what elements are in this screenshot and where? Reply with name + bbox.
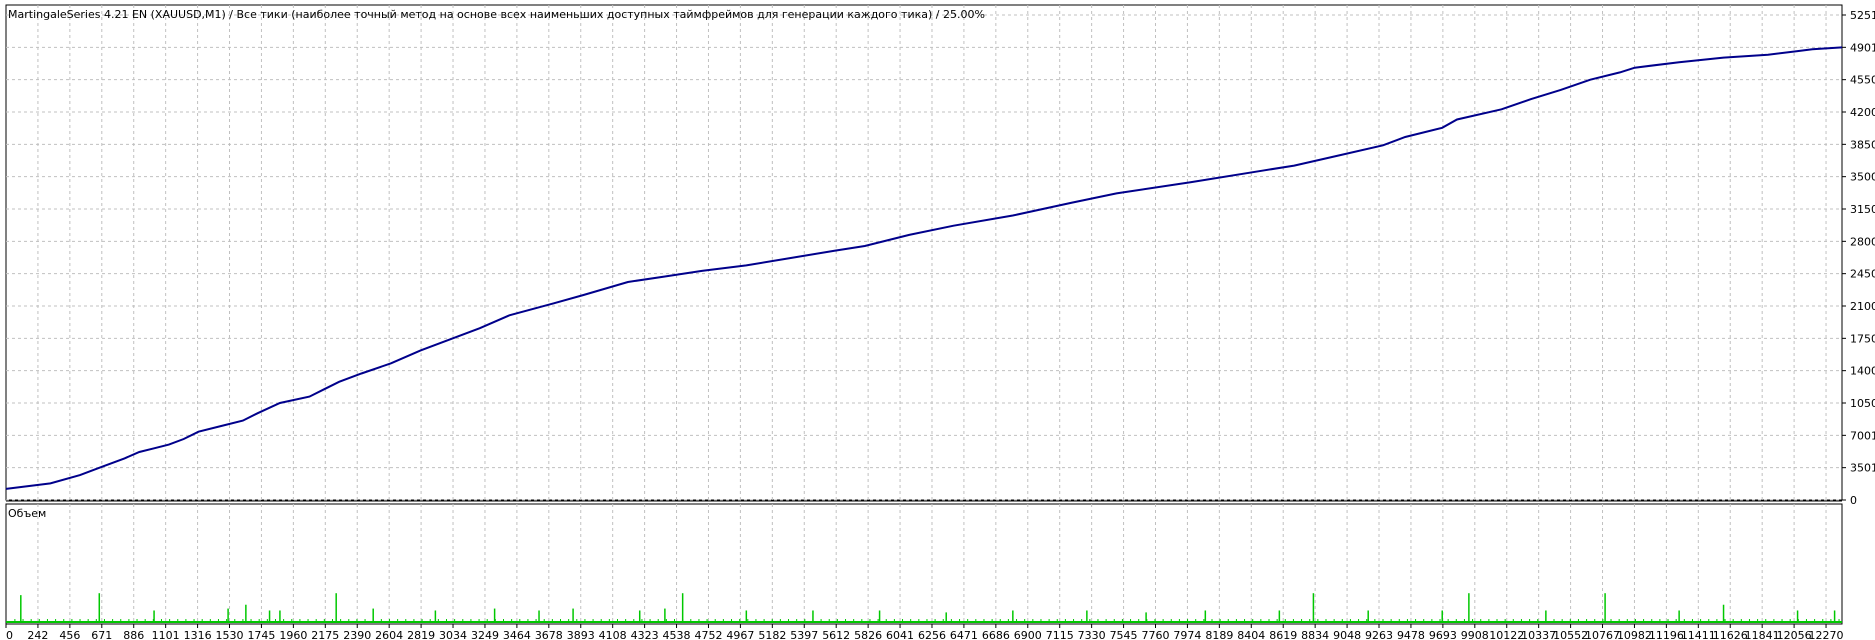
x-tick-label: 5826 xyxy=(854,629,882,640)
y-tick-label: 24505 xyxy=(1850,268,1875,281)
x-tick-label: 6900 xyxy=(1014,629,1042,640)
x-tick-label: 1530 xyxy=(216,629,244,640)
x-tick-label: 456 xyxy=(59,629,80,640)
y-tick-label: 38507 xyxy=(1850,138,1875,151)
x-tick-label: 242 xyxy=(27,629,48,640)
y-tick-label: 45509 xyxy=(1850,74,1875,87)
x-tick-label: 11626 xyxy=(1713,629,1748,640)
y-tick-label: 28005 xyxy=(1850,235,1875,248)
x-tick-label: 4752 xyxy=(694,629,722,640)
y-tick-label: 21004 xyxy=(1850,300,1875,313)
x-tick-label: 9908 xyxy=(1461,629,1489,640)
x-tick-label: 9478 xyxy=(1397,629,1425,640)
x-tick-label: 7115 xyxy=(1046,629,1074,640)
x-tick-label: 8834 xyxy=(1301,629,1329,640)
x-tick-label: 2819 xyxy=(407,629,435,640)
x-tick-label: 671 xyxy=(91,629,112,640)
y-tick-label: 3501 xyxy=(1850,462,1875,475)
y-tick-label: 52510 xyxy=(1850,9,1875,22)
y-tick-label: 49010 xyxy=(1850,41,1875,54)
x-tick-label: 0 xyxy=(6,629,13,640)
x-tick-label: 9263 xyxy=(1365,629,1393,640)
x-tick-label: 11411 xyxy=(1681,629,1716,640)
y-tick-label: 31506 xyxy=(1850,203,1875,216)
x-tick-label: 2390 xyxy=(343,629,371,640)
volume-panel-label: Объем xyxy=(8,507,46,520)
x-tick-label: 886 xyxy=(123,629,144,640)
x-tick-label: 1101 xyxy=(152,629,180,640)
x-tick-label: 5182 xyxy=(758,629,786,640)
x-tick-label: 1316 xyxy=(184,629,212,640)
x-tick-label: 6686 xyxy=(982,629,1010,640)
y-tick-label: 10502 xyxy=(1850,397,1875,410)
x-tick-label: 7330 xyxy=(1078,629,1106,640)
x-tick-label: 8404 xyxy=(1237,629,1265,640)
x-tick-label: 5397 xyxy=(790,629,818,640)
strategy-tester-chart: 52510 49010 45509 42008 38507 35007 31506 28005… xyxy=(0,0,1875,640)
x-tick-label: 10337 xyxy=(1521,629,1556,640)
x-tick-label: 8189 xyxy=(1205,629,1233,640)
x-tick-label: 11841 xyxy=(1745,629,1780,640)
x-tick-label: 8619 xyxy=(1269,629,1297,640)
y-tick-label: 0 xyxy=(1850,494,1857,507)
x-tick-label: 2604 xyxy=(375,629,403,640)
x-tick-label: 10982 xyxy=(1617,629,1652,640)
x-tick-label: 4323 xyxy=(631,629,659,640)
y-tick-label: 42008 xyxy=(1850,106,1875,119)
x-tick-label: 9048 xyxy=(1333,629,1361,640)
y-tick-label: 35007 xyxy=(1850,171,1875,184)
x-tick-label: 1960 xyxy=(279,629,307,640)
x-tick-label: 3034 xyxy=(439,629,467,640)
x-tick-label: 5612 xyxy=(822,629,850,640)
x-tick-label: 12056 xyxy=(1777,629,1812,640)
x-tick-label: 1745 xyxy=(247,629,275,640)
x-tick-label: 4967 xyxy=(726,629,754,640)
y-tick-label: 17503 xyxy=(1850,332,1875,345)
chart-title: MartingaleSeries 4.21 EN (XAUUSD,M1) / В… xyxy=(8,8,985,21)
x-tick-label: 3464 xyxy=(503,629,531,640)
x-tick-label: 7760 xyxy=(1141,629,1169,640)
x-tick-label: 9693 xyxy=(1429,629,1457,640)
x-tick-label: 4538 xyxy=(663,629,691,640)
x-tick-label: 11196 xyxy=(1649,629,1684,640)
x-tick-label: 7545 xyxy=(1110,629,1138,640)
x-tick-label: 6471 xyxy=(950,629,978,640)
y-tick-label: 7001 xyxy=(1850,429,1875,442)
chart-background xyxy=(0,0,1875,640)
x-tick-label: 10552 xyxy=(1553,629,1588,640)
x-tick-label: 6256 xyxy=(918,629,946,640)
y-tick-label: 14003 xyxy=(1850,365,1875,378)
x-tick-label: 6041 xyxy=(886,629,914,640)
x-tick-label: 2175 xyxy=(311,629,339,640)
x-tick-label: 3678 xyxy=(535,629,563,640)
x-tick-label: 10122 xyxy=(1489,629,1524,640)
x-tick-label: 4108 xyxy=(599,629,627,640)
x-tick-label: 12270 xyxy=(1809,629,1844,640)
x-tick-label: 7974 xyxy=(1173,629,1201,640)
x-tick-label: 3249 xyxy=(471,629,499,640)
x-tick-label: 10767 xyxy=(1585,629,1620,640)
x-tick-label: 3893 xyxy=(567,629,595,640)
